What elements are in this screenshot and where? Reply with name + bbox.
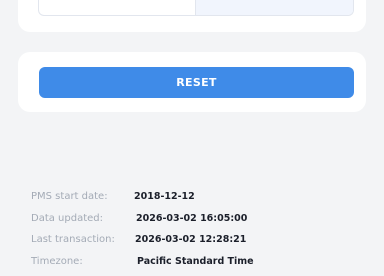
info-label: Data updated: — [31, 212, 136, 226]
data-info-panel: PMS start date:2018-12-12 Data updated:2… — [31, 190, 371, 276]
filter-card — [18, 0, 366, 32]
info-row-timezone: Timezone:Pacific Standard Time — [31, 255, 371, 276]
info-value: 2026-03-02 12:28:21 — [135, 233, 246, 247]
info-row-last-transaction: Last transaction:2026-03-02 12:28:21 — [31, 233, 371, 255]
reset-card: RESET — [18, 52, 366, 112]
info-label: Timezone: — [31, 255, 137, 269]
date-range-field[interactable] — [38, 0, 354, 16]
info-label: PMS start date: — [31, 190, 134, 204]
info-label: Last transaction: — [31, 233, 135, 247]
info-value: 2026-03-02 16:05:00 — [136, 212, 247, 226]
date-range-field-end[interactable] — [195, 0, 353, 15]
reset-button[interactable]: RESET — [39, 67, 354, 98]
info-value: Pacific Standard Time — [137, 255, 254, 269]
info-row-data-updated: Data updated:2026-03-02 16:05:00 — [31, 212, 371, 234]
info-value: 2018-12-12 — [134, 190, 195, 204]
info-row-pms-start-date: PMS start date:2018-12-12 — [31, 190, 371, 212]
